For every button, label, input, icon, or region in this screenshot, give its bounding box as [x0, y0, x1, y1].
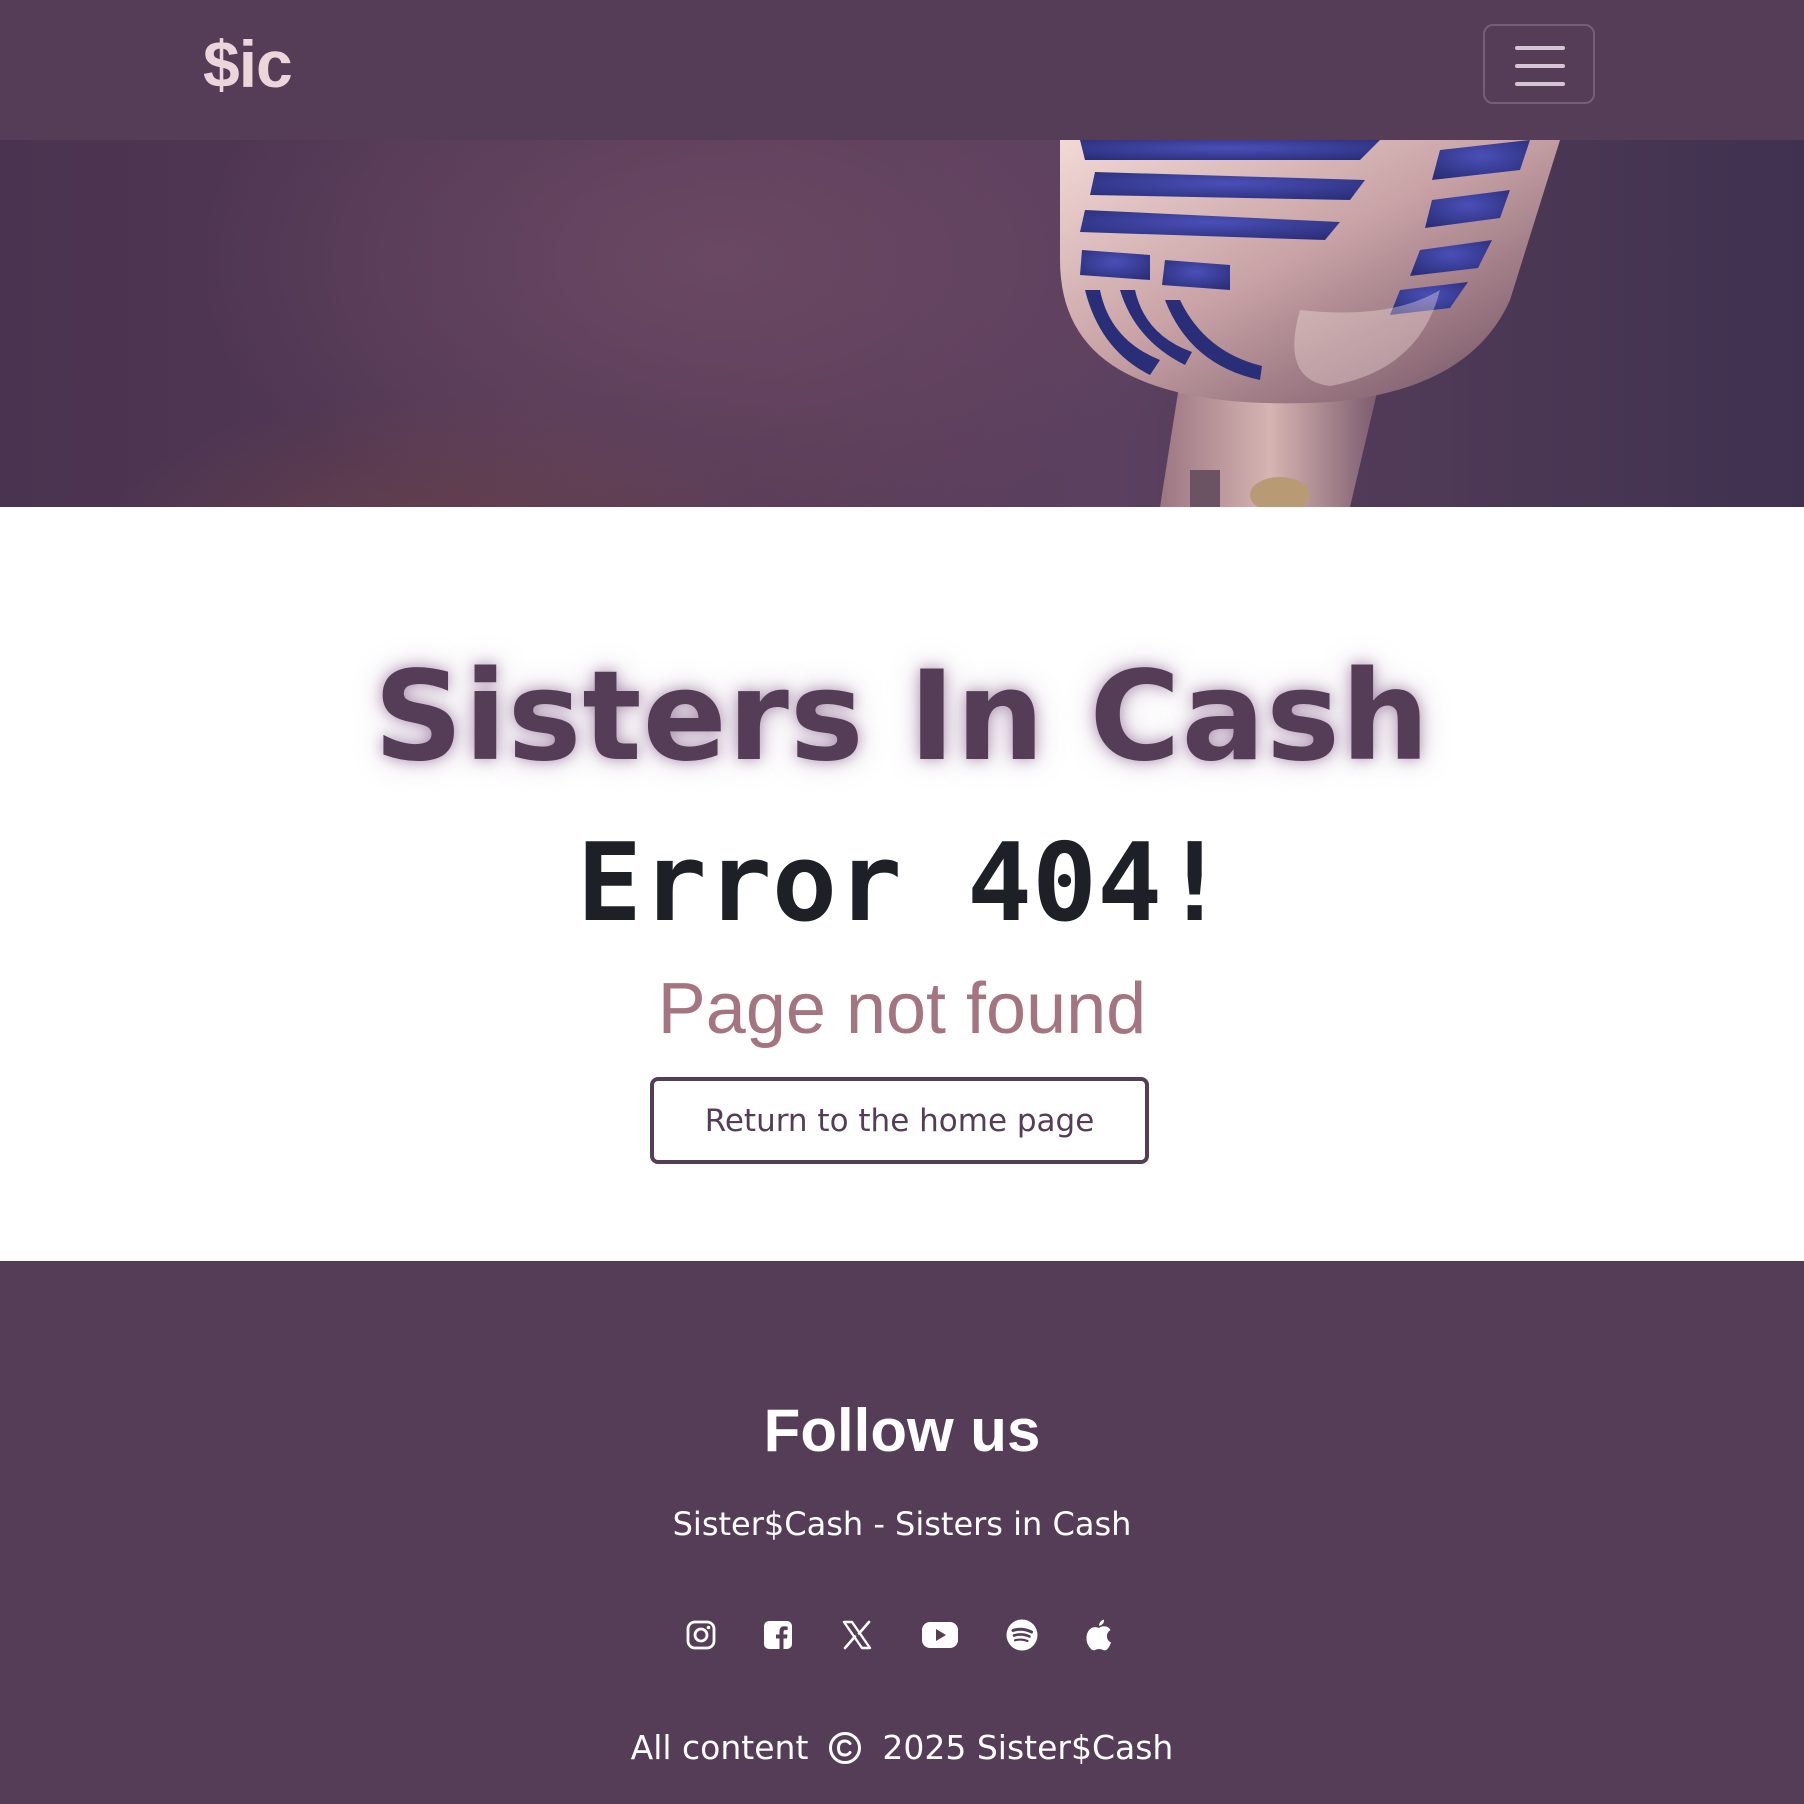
hamburger-menu-icon-line — [1515, 82, 1565, 86]
copyright-line: All content 2025 Sister$Cash — [0, 1725, 1804, 1771]
follow-us-heading: Follow us — [763, 1397, 1041, 1464]
microphone-image — [1060, 140, 1560, 507]
hamburger-menu-icon-line — [1515, 64, 1565, 68]
return-home-button[interactable]: Return to the home page — [650, 1077, 1149, 1164]
footer: Follow us Sister$Cash - Sisters in Cash — [0, 1261, 1804, 1804]
youtube-icon[interactable] — [920, 1615, 960, 1655]
spotify-icon[interactable] — [1002, 1615, 1042, 1655]
error-subtitle: Page not found — [657, 969, 1147, 1049]
hero-banner-image — [0, 140, 1804, 507]
copyright-suffix: 2025 Sister$Cash — [882, 1728, 1174, 1767]
navbar: $ic — [0, 0, 1804, 140]
facebook-icon[interactable] — [758, 1615, 798, 1655]
navbar-toggler-button[interactable] — [1483, 24, 1595, 104]
copyright-icon — [828, 1731, 862, 1765]
error-title: Error 404! — [576, 821, 1228, 946]
apple-podcasts-icon[interactable] — [1079, 1615, 1119, 1655]
error-content: Sisters In Cash Error 404! Page not foun… — [0, 507, 1804, 1261]
hamburger-menu-icon — [1515, 46, 1565, 50]
brand-logo[interactable]: $ic — [203, 26, 293, 102]
site-title: Sisters In Cash — [373, 645, 1431, 789]
copyright-prefix: All content — [630, 1728, 809, 1767]
x-twitter-icon[interactable] — [837, 1615, 877, 1655]
footer-tagline: Sister$Cash - Sisters in Cash — [672, 1505, 1132, 1543]
instagram-icon[interactable] — [681, 1615, 721, 1655]
social-links — [0, 1615, 1804, 1655]
